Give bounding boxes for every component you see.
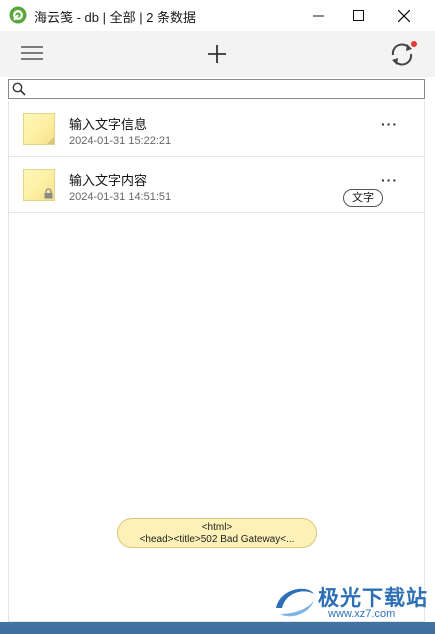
hamburger-menu-icon [21,46,43,60]
note-thumbnail-icon [23,169,55,201]
watermark-logo: 极光下载站 www.xz7.com [270,578,430,626]
close-button[interactable] [381,0,427,31]
toolbar [0,31,435,77]
title-bar[interactable]: 海云笺 - db | 全部 | 2 条数据 [0,0,435,31]
app-logo-icon [9,6,27,24]
note-item[interactable]: 输入文字内容 2024-01-31 14:51:51 ··· 文字 [9,157,424,213]
watermark-swirl-icon [276,588,314,617]
note-item[interactable]: 输入文字信息 2024-01-31 15:22:21 ··· [9,101,424,157]
sync-button[interactable] [389,41,417,72]
note-title: 输入文字内容 [69,174,148,189]
maximize-button[interactable] [335,0,381,31]
note-title: 输入文字信息 [69,118,148,133]
toast-line-1: <html> [201,522,233,533]
note-date: 2024-01-31 14:51:51 [69,191,172,203]
app-window: 海云笺 - db | 全部 | 2 条数据 输入文字信息 2024-01-31 … [0,0,435,622]
lock-icon [44,188,53,199]
more-options-icon[interactable]: ··· [381,173,398,187]
note-thumbnail-icon [23,113,55,145]
more-options-icon[interactable]: ··· [381,117,398,131]
close-icon [398,9,410,22]
minimize-icon [312,15,324,17]
note-tag-badge[interactable]: 文字 [343,189,383,207]
watermark-url: www.xz7.com [328,608,396,620]
note-date: 2024-01-31 15:22:21 [69,135,172,147]
window-title: 海云笺 - db | 全部 | 2 条数据 [34,10,197,25]
search-box[interactable] [8,79,425,99]
toast-line-2: <head><title>502 Bad Gateway<... [139,534,295,545]
search-input[interactable] [29,80,419,98]
search-icon [12,82,26,96]
plus-icon [208,45,226,63]
sync-icon [391,41,417,66]
notification-dot [411,41,417,47]
error-toast: <html> <head><title>502 Bad Gateway<... [117,518,317,548]
maximize-icon [352,10,364,21]
menu-button[interactable] [21,45,43,66]
add-note-button[interactable] [207,44,227,69]
